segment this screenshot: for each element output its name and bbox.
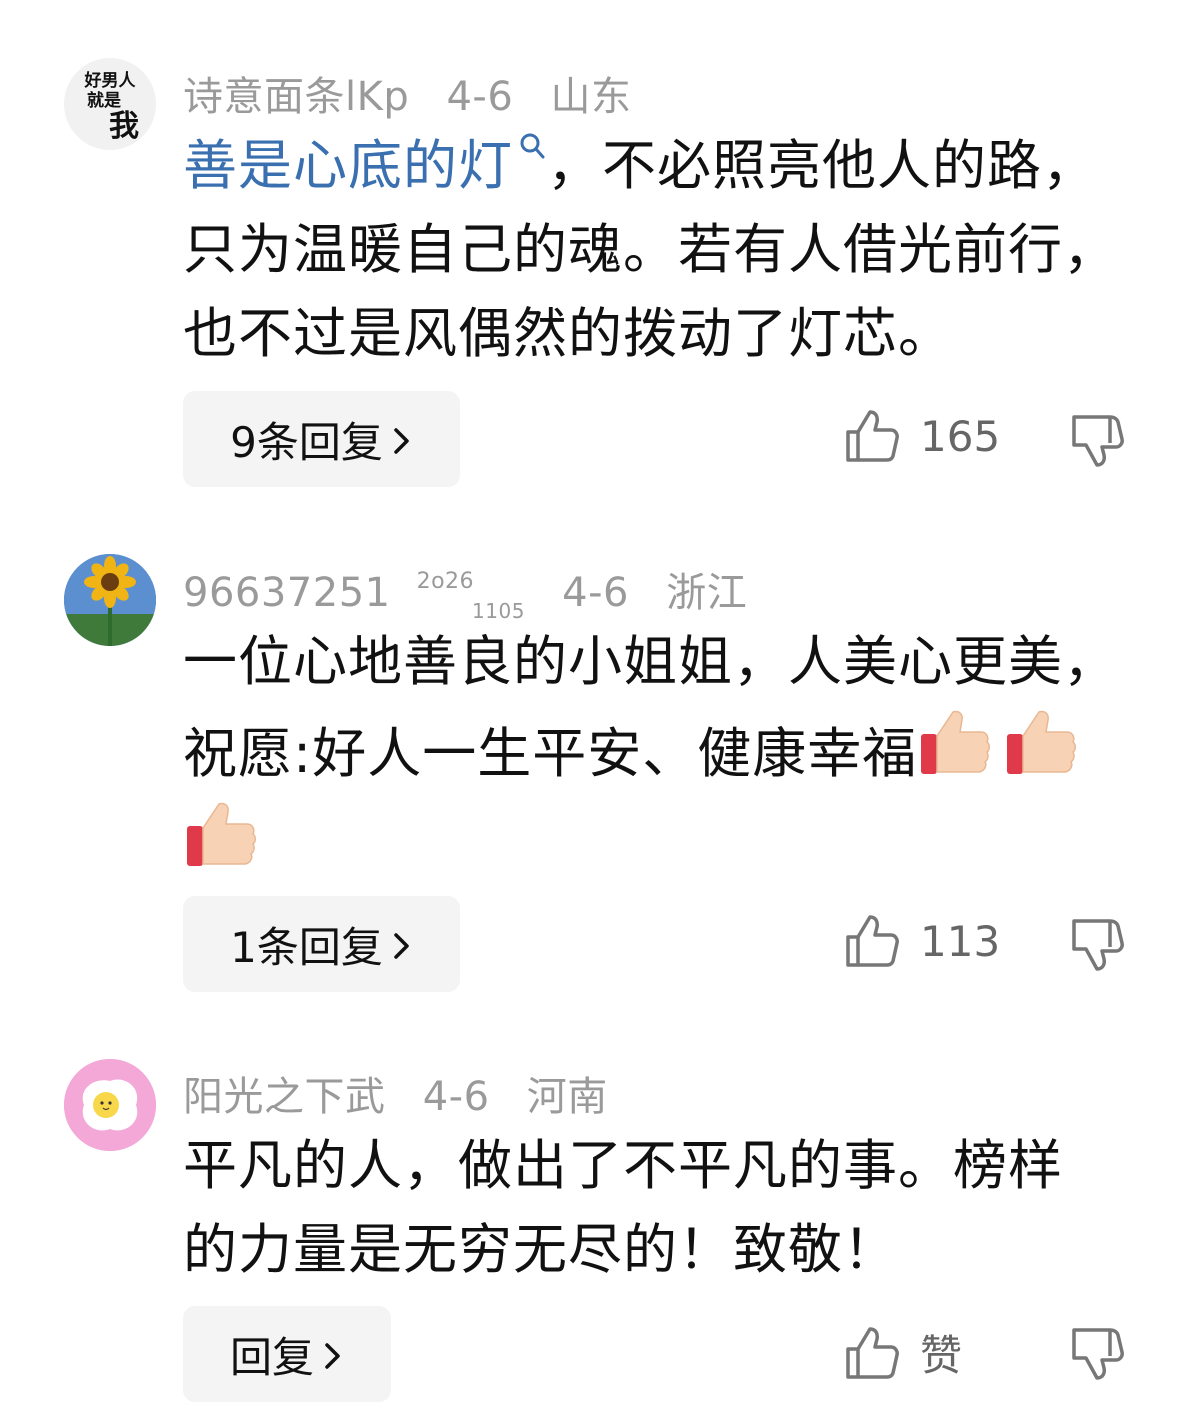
- comment-meta: 阳光之下武 4-6 河南: [183, 1064, 632, 1122]
- comment-line: 只为温暖自己的魂。若有人借光前行，: [183, 218, 1118, 281]
- comment-line: 也不过是风偶然的拨动了灯芯。: [183, 302, 953, 365]
- comment-location: 浙江: [666, 570, 748, 616]
- username[interactable]: 诗意面条lKp: [183, 74, 409, 120]
- search-icon[interactable]: [519, 132, 547, 162]
- avatar-text-line2: 就是: [87, 90, 121, 111]
- chevron-right-icon: [325, 1343, 340, 1369]
- reply-count-label: 1条回复: [230, 922, 383, 972]
- like-button[interactable]: 165: [844, 408, 1000, 464]
- view-replies-button[interactable]: 9条回复: [183, 391, 460, 487]
- avatar-text-line3: 我: [109, 109, 139, 144]
- username[interactable]: 阳光之下武: [183, 1074, 386, 1120]
- avatar[interactable]: [64, 1059, 156, 1151]
- comment-line: 祝愿:好人一生平安、健康幸福: [183, 722, 918, 785]
- like-button[interactable]: 113: [844, 913, 1000, 969]
- comment-location: 山东: [550, 74, 632, 120]
- dislike-button[interactable]: [1070, 413, 1126, 473]
- search-link[interactable]: 善是心底的灯: [183, 132, 547, 197]
- thumbs-down-icon: [1072, 919, 1124, 971]
- comment-line: 一位心地善良的小姐姐，人美心更美，: [183, 630, 1118, 693]
- like-button[interactable]: 赞: [844, 1322, 962, 1383]
- thumbs-down-icon: [1072, 415, 1124, 467]
- like-count: 113: [920, 916, 1001, 966]
- comment-location: 河南: [526, 1074, 608, 1120]
- comment-date: 4-6: [446, 74, 514, 120]
- comment-date: 4-6: [422, 1074, 490, 1120]
- egg-icon: [64, 1059, 156, 1151]
- thumbs-up-emoji-icon: [921, 710, 991, 774]
- username-main: 96637251: [183, 570, 391, 616]
- reply-button[interactable]: 回复: [183, 1306, 391, 1402]
- sunflower-icon: [64, 554, 156, 646]
- avatar[interactable]: 好男人 就是 我: [64, 58, 156, 150]
- dislike-button[interactable]: [1070, 1326, 1126, 1386]
- search-link-text[interactable]: 善是心底的灯: [183, 134, 513, 197]
- comment-line: 平凡的人，做出了不平凡的事。榜样: [183, 1134, 1063, 1197]
- thumbs-up-emoji-icon: [1007, 710, 1077, 774]
- username[interactable]: 96637251 2o261105: [183, 569, 525, 623]
- like-label: 赞: [920, 1331, 963, 1380]
- comment-date: 4-6: [562, 570, 630, 616]
- view-replies-button[interactable]: 1条回复: [183, 896, 460, 992]
- reply-count-label: 9条回复: [230, 417, 383, 467]
- like-count: 165: [920, 411, 1001, 461]
- comment-line: ，不必照亮他人的路，: [547, 134, 1097, 197]
- thumbs-up-icon: [846, 410, 899, 462]
- thumbs-down-icon: [1072, 1328, 1124, 1380]
- avatar-text-line1: 好男人: [84, 70, 137, 91]
- comment-body: 一位心地善良的小姐姐，人美心更美， 祝愿:好人一生平安、健康幸福: [183, 620, 1143, 888]
- comment-line: 的力量是无穷无尽的！致敬！: [183, 1218, 898, 1281]
- thumbs-up-icon: [846, 915, 899, 967]
- comment-body: 平凡的人，做出了不平凡的事。榜样 的力量是无穷无尽的！致敬！: [183, 1124, 1143, 1292]
- dislike-button[interactable]: [1070, 917, 1126, 977]
- chevron-right-icon: [394, 933, 409, 959]
- thumbs-up-emoji-icon: [187, 802, 256, 866]
- comment-meta: 诗意面条lKp 4-6 山东: [183, 64, 656, 122]
- chevron-right-icon: [394, 428, 409, 454]
- reply-label: 回复: [229, 1332, 314, 1382]
- comment-meta: 96637251 2o261105 4-6 浙江: [183, 560, 771, 623]
- username-sup: 2o26: [416, 569, 475, 594]
- comment-body: 善是心底的灯 ，不必照亮他人的路， 只为温暖自己的魂。若有人借光前行， 也不过是风…: [183, 124, 1143, 376]
- thumbs-up-icon: [846, 1326, 899, 1379]
- avatar[interactable]: [64, 554, 156, 646]
